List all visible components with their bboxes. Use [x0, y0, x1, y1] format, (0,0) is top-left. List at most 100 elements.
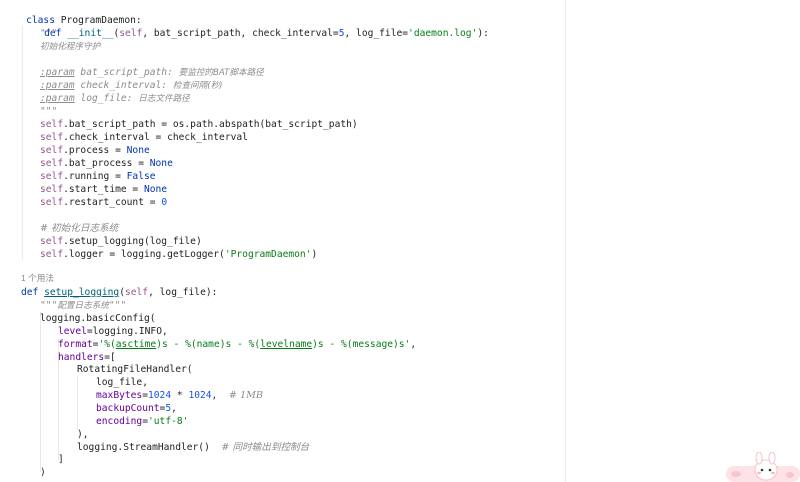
code-text: .process = — [63, 145, 127, 156]
code-line-backup[interactable]: backupCount=5, — [96, 402, 656, 415]
self-keyword: self — [40, 171, 64, 182]
code-line-logger[interactable]: self.logger = logging.getLogger('Program… — [40, 248, 600, 261]
param-name: log_file: — [74, 93, 139, 104]
code-text: ) — [40, 467, 46, 478]
code-text: .running = — [63, 171, 127, 182]
docstring-param-2: :param check_interval: 检查间隔(秒) — [40, 79, 600, 92]
keyword: None — [126, 145, 150, 156]
code-text: * — [171, 390, 189, 401]
indent-guide — [77, 376, 78, 430]
code-text: .check_interval = check_interval — [63, 132, 248, 143]
docstring-quote: """ — [108, 300, 127, 311]
self-keyword: self — [40, 158, 64, 169]
setup-docstring: """配置日志系统""" — [40, 299, 600, 312]
string-literal: )s - %(message)s' — [312, 339, 411, 350]
code-text: .logger = logging.getLogger( — [63, 249, 225, 260]
self-keyword: self — [40, 197, 64, 208]
code-line-bat-process[interactable]: self.bat_process = None — [40, 157, 600, 170]
code-line-encoding[interactable]: encoding='utf-8' — [96, 415, 656, 428]
code-line-format[interactable]: format='%(asctime)s - %(name)s - %(level… — [58, 338, 618, 351]
self-keyword: self — [40, 184, 64, 195]
code-text: .start_time = — [63, 184, 144, 195]
param-desc: 检查间隔(秒) — [172, 81, 223, 91]
code-line-basic-config[interactable]: logging.basicConfig( — [40, 312, 600, 325]
code-editor[interactable]: class ProgramDaemon: def __init__(self, … — [0, 0, 800, 482]
code-line-rfh-logfile[interactable]: log_file, — [96, 376, 656, 389]
code-text: , — [171, 403, 177, 414]
code-line-call-close[interactable]: ) — [40, 466, 600, 479]
code-text: .bat_process = — [63, 158, 150, 169]
code-text: , — [410, 339, 417, 350]
code-line-start-time[interactable]: self.start_time = None — [40, 183, 600, 196]
keyword-arg: backupCount — [96, 403, 160, 414]
comment: # 1MB — [228, 390, 263, 401]
keyword-arg: format — [58, 339, 93, 350]
keyword: None — [149, 158, 173, 169]
self-keyword: self — [40, 249, 64, 260]
code-text: logging.basicConfig( — [40, 313, 156, 324]
code-line-process[interactable]: self.process = None — [40, 144, 600, 157]
code-line-list-close[interactable]: ] — [58, 453, 618, 466]
code-line-def-init[interactable]: def __init__(self, bat_script_path, chec… — [21, 14, 581, 39]
docstring-text: 配置日志系统 — [57, 301, 109, 311]
self-keyword: self — [40, 119, 64, 130]
string-literal: )s - %(name)s - %( — [156, 339, 261, 350]
number-literal: 1024 — [188, 390, 212, 401]
number-literal: 0 — [161, 197, 168, 208]
code-line-def-setup[interactable]: def setup_logging(self, log_file): — [21, 286, 581, 299]
number-literal: 1024 — [148, 390, 172, 401]
comment: # 同时输出到控制台 — [221, 442, 310, 453]
bunny-mascot-icon — [726, 452, 800, 482]
code-line-maxbytes[interactable]: maxBytes=1024 * 1024, # 1MB — [96, 389, 656, 402]
param-name: check_interval: — [74, 80, 173, 91]
code-line-check-interval[interactable]: self.check_interval = check_interval — [40, 131, 600, 144]
code-line-rfh[interactable]: RotatingFileHandler( — [77, 363, 637, 376]
param-desc: 要监控的BAT脚本路径 — [178, 68, 264, 78]
code-comment-init-log: # 初始化日志系统 — [40, 222, 600, 235]
docstring-quote: """ — [40, 300, 58, 311]
param-tag: :param — [40, 67, 75, 78]
keyword: def — [21, 287, 39, 298]
docstring-text: 初始化程序守护 — [40, 42, 101, 52]
keyword-arg: level — [58, 326, 87, 337]
param-desc: 日志文件路径 — [138, 94, 190, 104]
docstring-open: """ — [40, 28, 58, 39]
code-line-rfh-close[interactable]: ), — [77, 428, 637, 441]
code-line-restart-count[interactable]: self.restart_count = 0 — [40, 196, 600, 209]
keyword: None — [143, 184, 168, 195]
code-text: log_file, — [96, 377, 148, 388]
self-keyword: self — [124, 287, 149, 298]
docstring-summary: 初始化程序守护 — [40, 40, 600, 53]
code-text: ), — [77, 429, 89, 440]
code-text: .restart_count = — [63, 197, 162, 208]
code-text: logging.StreamHandler() — [77, 442, 222, 453]
indent-guide — [40, 312, 41, 472]
code-text: , — [211, 390, 229, 401]
string-literal: '%( — [98, 339, 116, 350]
string-literal: 'utf-8' — [148, 416, 189, 427]
usage-hint-text: 1 个用法 — [21, 273, 54, 283]
comment: # 初始化日志系统 — [40, 223, 119, 234]
keyword: False — [126, 171, 156, 182]
indent-guide — [22, 26, 23, 260]
code-text: ) — [311, 249, 318, 260]
self-keyword: self — [40, 145, 64, 156]
usage-hint[interactable]: 1 个用法 — [21, 272, 581, 285]
param-name: bat_script_path: — [74, 67, 179, 78]
code-text: =logging.INFO, — [86, 326, 168, 337]
param-tag: :param — [40, 93, 75, 104]
code-line-running[interactable]: self.running = False — [40, 170, 600, 183]
code-line-class[interactable]: class ProgramDaemon: — [3, 1, 563, 26]
code-text: .bat_script_path = os.path.abspath(bat_s… — [63, 119, 358, 130]
code-line-setup-call[interactable]: self.setup_logging(log_file) — [40, 235, 600, 248]
keyword-arg: maxBytes — [96, 390, 143, 401]
keyword-arg: encoding — [96, 416, 143, 427]
code-text: ] — [58, 454, 64, 465]
code-line-level[interactable]: level=logging.INFO, — [58, 325, 618, 338]
self-keyword: self — [40, 236, 64, 247]
code-text: =[ — [104, 352, 116, 363]
code-line-bat-path[interactable]: self.bat_script_path = os.path.abspath(b… — [40, 118, 600, 131]
docstring-param-3: :param log_file: 日志文件路径 — [40, 92, 600, 105]
docstring-close: """ — [40, 106, 58, 117]
string-literal: asctime — [115, 339, 157, 350]
